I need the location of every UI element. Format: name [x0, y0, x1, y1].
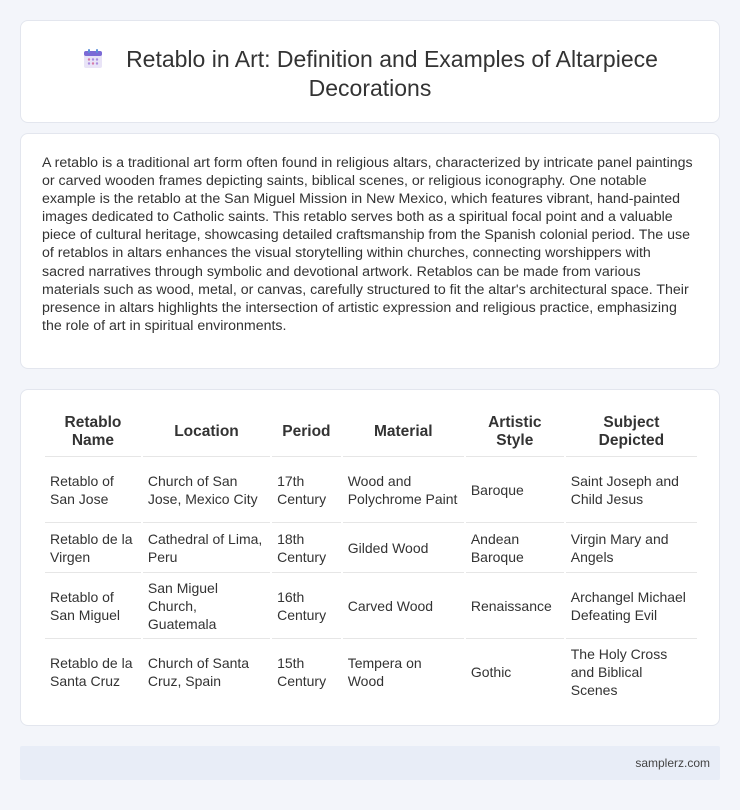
retablo-table: Retablo Name Location Period Material Ar…: [43, 410, 699, 705]
column-header: Material: [342, 410, 464, 457]
column-header: Artistic Style: [465, 410, 564, 457]
table-cell: Andean Baroque: [465, 523, 564, 573]
table-row: Retablo of San Miguel San Miguel Church,…: [45, 573, 697, 639]
table-cell: 18th Century: [272, 523, 341, 573]
table-row: Retablo de la Santa Cruz Church of Santa…: [45, 639, 697, 705]
table-cell: Church of Santa Cruz, Spain: [147, 655, 250, 689]
table-row: Retablo of San Jose Church of San Jose, …: [45, 457, 697, 523]
calendar-icon: [82, 48, 104, 70]
table-cell: The Holy Cross and Biblical Scenes: [570, 646, 668, 698]
table-cell: Retablo of San Jose: [45, 457, 141, 523]
footer-site-link[interactable]: samplerz.com: [635, 756, 710, 770]
table-cell: Baroque: [465, 457, 564, 523]
intro-card: A retablo is a traditional art form ofte…: [20, 133, 720, 369]
table-cell: Tempera on Wood: [347, 655, 422, 689]
table-cell: Retablo of San Miguel: [45, 573, 141, 639]
intro-paragraph: A retablo is a traditional art form ofte…: [42, 155, 693, 334]
column-header: Subject Depicted: [565, 410, 697, 457]
table-cell: Gothic: [470, 664, 512, 680]
table-cell: 15th Century: [277, 655, 327, 689]
column-header: Period: [272, 410, 341, 457]
table-cell: Gilded Wood: [342, 523, 464, 573]
table-cell: Church of San Jose, Mexico City: [142, 457, 271, 523]
footer-bar: samplerz.com: [20, 746, 720, 780]
table-cell: Virgin Mary and Angels: [565, 523, 697, 573]
table-cell: Saint Joseph and Child Jesus: [565, 457, 697, 523]
table-row: Retablo de la Virgen Cathedral of Lima, …: [45, 523, 697, 573]
table-cell: San Miguel Church, Guatemala: [142, 573, 271, 639]
table-card: Retablo Name Location Period Material Ar…: [20, 389, 720, 726]
table-cell: Renaissance: [465, 573, 564, 639]
table-cell: Wood and Polychrome Paint: [342, 457, 464, 523]
column-header: Retablo Name: [45, 410, 141, 457]
table-cell: Cathedral of Lima, Peru: [142, 523, 271, 573]
table-cell: Retablo de la Santa Cruz: [50, 655, 133, 689]
table-cell: 17th Century: [272, 457, 341, 523]
table-cell: 16th Century: [272, 573, 341, 639]
table-cell: Archangel Michael Defeating Evil: [565, 573, 697, 639]
header-card: Retablo in Art: Definition and Examples …: [20, 20, 720, 123]
table-header-row: Retablo Name Location Period Material Ar…: [45, 410, 697, 457]
page-title: Retablo in Art: Definition and Examples …: [126, 46, 658, 101]
table-cell: Carved Wood: [342, 573, 464, 639]
page-title-wrap: Retablo in Art: Definition and Examples …: [21, 45, 719, 103]
column-header: Location: [142, 410, 271, 457]
table-cell: Retablo de la Virgen: [45, 523, 141, 573]
